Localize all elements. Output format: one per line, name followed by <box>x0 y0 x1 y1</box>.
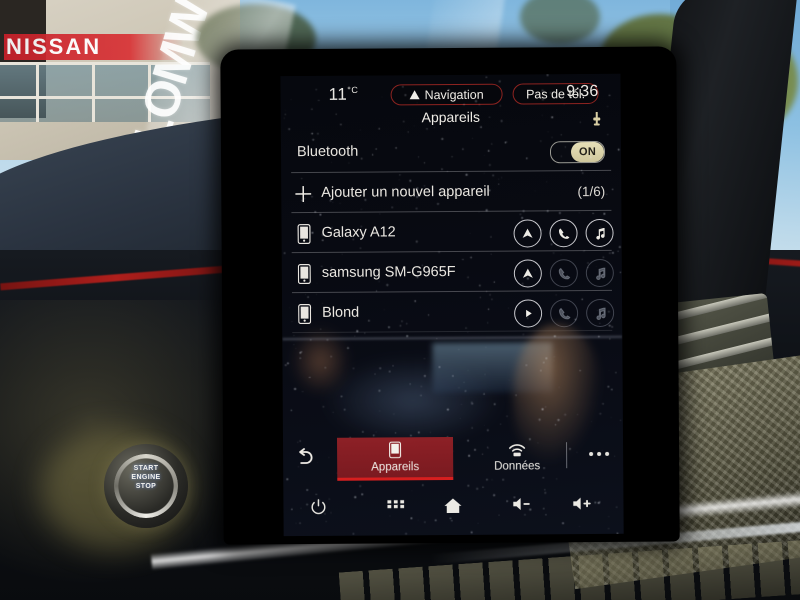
page-title: Appareils <box>421 108 480 126</box>
add-device-label: Ajouter un nouvel appareil <box>321 183 490 201</box>
usb-connector-icon <box>591 111 603 126</box>
home-icon[interactable] <box>443 497 462 519</box>
navigation-triangle-icon <box>409 90 420 100</box>
device-actions <box>514 298 615 328</box>
plus-icon <box>295 186 312 203</box>
infotainment-head-unit: 11°C Navigation Pas de tél. 9:36 Apparei… <box>220 46 680 545</box>
glass-reflection <box>282 335 623 341</box>
status-bar: 11°C Navigation Pas de tél. 9:36 <box>280 74 620 112</box>
phone-handset-icon[interactable] <box>549 259 578 288</box>
bluetooth-toggle-knob: ON <box>570 141 605 163</box>
temperature-value: 11 <box>328 84 348 104</box>
navigation-shortcut-button[interactable]: Navigation <box>390 83 503 106</box>
bluetooth-row: Bluetooth ON <box>281 134 621 170</box>
dot <box>605 451 610 456</box>
navigation-shortcut-label: Navigation <box>424 87 484 102</box>
glass-reflection <box>432 342 553 394</box>
tab-donnees[interactable]: Données <box>473 436 561 477</box>
device-count: (1/6) <box>577 183 606 200</box>
music-note-icon[interactable] <box>585 258 614 288</box>
volume-up-icon[interactable] <box>571 496 593 516</box>
phone-handset-icon[interactable] <box>550 299 579 328</box>
bluetooth-toggle[interactable]: ON <box>549 140 606 164</box>
divider <box>291 169 612 174</box>
tab-divider <box>566 442 568 469</box>
tab-bar: Appareils Données <box>283 436 623 482</box>
apps-grid-icon[interactable] <box>387 497 405 519</box>
phone-icon <box>297 263 311 285</box>
phone-icon <box>389 441 402 463</box>
android-auto-arrow-icon[interactable] <box>513 259 542 288</box>
hardware-button-bar <box>283 486 623 530</box>
infotainment-screen[interactable]: 11°C Navigation Pas de tél. 9:36 Apparei… <box>280 73 624 537</box>
glass-reflection <box>290 325 351 397</box>
android-auto-arrow-icon[interactable] <box>513 219 542 248</box>
music-note-icon[interactable] <box>586 298 615 328</box>
start-engine-stop-button[interactable]: START ENGINE STOP <box>104 444 188 528</box>
tab-appareils-label: Appareils <box>371 461 420 474</box>
more-dots-icon[interactable] <box>589 451 610 457</box>
data-waves-icon <box>507 440 527 462</box>
play-circle-icon[interactable] <box>514 299 543 328</box>
tab-appareils[interactable]: Appareils <box>336 436 454 478</box>
glass-reflection <box>322 354 504 446</box>
mullion <box>36 62 39 122</box>
start-button-label: START ENGINE STOP <box>131 465 161 490</box>
back-arrow-icon[interactable] <box>297 447 321 469</box>
tab-active-underline <box>337 476 454 481</box>
outside-temperature: 11°C <box>329 85 359 105</box>
device-row[interactable]: samsung SM-G965F <box>282 254 622 292</box>
bluetooth-toggle-state: ON <box>578 145 597 159</box>
phone-icon <box>297 223 311 245</box>
device-row[interactable]: Galaxy A12 <box>281 214 621 252</box>
mullion <box>92 62 95 122</box>
device-name: Blond <box>322 304 360 321</box>
dot <box>597 451 602 456</box>
device-actions <box>513 218 614 248</box>
dot <box>589 452 594 457</box>
clock: 9:36 <box>566 82 599 101</box>
music-note-icon[interactable] <box>585 218 614 248</box>
device-actions <box>513 258 614 288</box>
device-row[interactable]: Blond <box>282 294 622 332</box>
temperature-unit: °C <box>347 84 359 96</box>
device-name: samsung SM-G965F <box>321 263 456 281</box>
phone-icon <box>298 303 312 325</box>
bluetooth-label: Bluetooth <box>296 143 359 161</box>
phone-handset-icon[interactable] <box>549 219 578 248</box>
power-icon[interactable] <box>309 498 327 521</box>
add-device-row[interactable]: Ajouter un nouvel appareil (1/6) <box>281 174 621 212</box>
volume-down-icon[interactable] <box>511 496 533 516</box>
tab-donnees-label: Données <box>494 460 541 473</box>
device-name: Galaxy A12 <box>321 224 396 241</box>
